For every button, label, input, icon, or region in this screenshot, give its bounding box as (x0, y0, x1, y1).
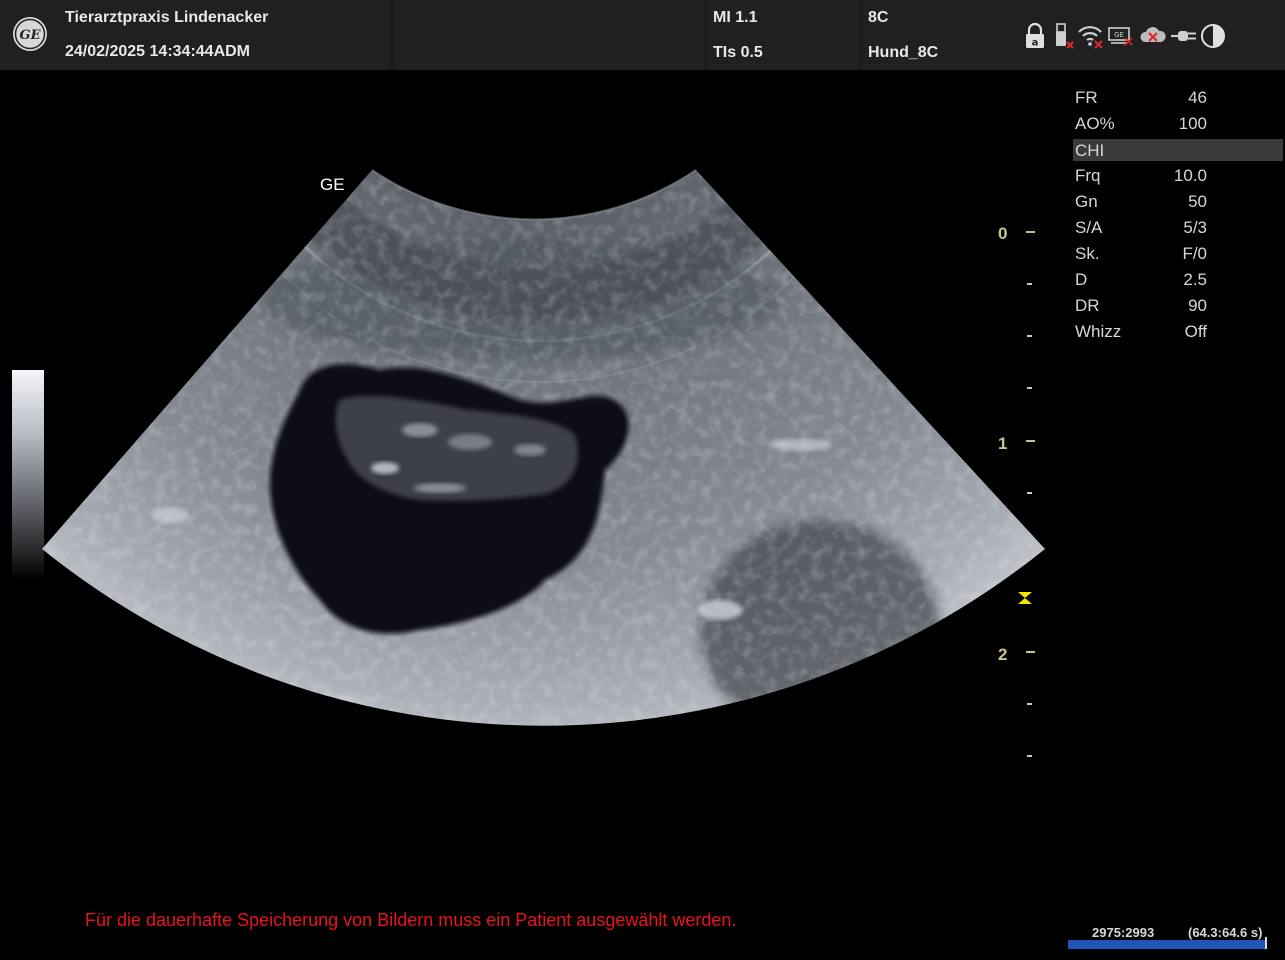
parameter-value: 10.0 (1173, 166, 1207, 185)
clinic-name: Tierarztpraxis Lindenacker (65, 9, 269, 26)
cine-frame-counter: 2975:2993 (1092, 925, 1155, 940)
parameter-name: Whizz (1075, 322, 1122, 341)
depth-tick-minor (1027, 387, 1032, 389)
parameter-value: 5/3 (1183, 218, 1207, 237)
cloud-disconnected-icon[interactable] (1138, 20, 1168, 52)
cine-time-counter: (64.3:64.6 s) (1188, 925, 1263, 940)
parameter-row: Sk. F/0 (1073, 241, 1283, 267)
parameter-name: Gn (1075, 192, 1098, 211)
parameter-row: Whizz Off (1073, 319, 1283, 345)
ultrasound-screen: GE Tierarztpraxis Lindenacker 24/02/2025… (0, 0, 1285, 960)
svg-text:GE: GE (1114, 31, 1124, 39)
probe-name: 8C (868, 9, 889, 26)
focus-marker-icon[interactable] (1016, 590, 1034, 606)
parameter-name: CHI (1075, 141, 1105, 160)
parameter-value: 2.5 (1183, 270, 1207, 289)
parameter-name: S/A (1075, 218, 1103, 237)
parameter-name: D (1075, 270, 1088, 289)
parameter-row: D 2.5 (1073, 267, 1283, 293)
cine-progress-bar[interactable] (1068, 940, 1266, 949)
mechanical-index: MI 1.1 (713, 9, 758, 26)
parameter-value: 90 (1188, 296, 1207, 315)
depth-tick-minor (1027, 703, 1032, 705)
ge-logo-text: GE (19, 28, 41, 43)
parameter-row: CHI (1073, 139, 1283, 161)
header-bar: GE Tierarztpraxis Lindenacker 24/02/2025… (0, 0, 1285, 70)
parameter-row: FR 46 (1073, 85, 1283, 111)
cine-progress-cursor[interactable] (1265, 937, 1267, 949)
depth-tick-minor (1027, 335, 1032, 337)
parameter-value: Off (1184, 322, 1207, 341)
parameter-row: DR 90 (1073, 293, 1283, 319)
power-plug-icon[interactable] (1170, 20, 1200, 52)
parameter-name: Frq (1075, 166, 1101, 185)
depth-label-0: 0 (998, 224, 1008, 243)
parameter-name: FR (1075, 88, 1098, 107)
parameter-name: AO% (1075, 114, 1115, 133)
contrast-icon[interactable] (1198, 20, 1228, 52)
depth-label-2: 2 (998, 645, 1008, 664)
preset-name: Hund_8C (868, 44, 939, 61)
parameter-row: Frq 10.0 (1073, 163, 1283, 189)
parameter-value: 46 (1188, 88, 1207, 107)
usb-disconnected-icon[interactable] (1049, 20, 1079, 52)
depth-tick-major (1026, 651, 1035, 653)
lock-icon[interactable]: a (1020, 20, 1050, 52)
thermal-index: TIs 0.5 (713, 44, 763, 61)
wifi-disconnected-icon[interactable] (1076, 20, 1106, 52)
parameter-value: 100 (1178, 114, 1207, 133)
exam-datetime: 24/02/2025 14:34:44ADM (65, 43, 251, 60)
orientation-marker: GE (320, 175, 345, 194)
parameter-value: F/0 (1182, 244, 1207, 263)
parameter-name: DR (1075, 296, 1100, 315)
parameter-value: 50 (1188, 192, 1207, 211)
parameter-name: Sk. (1075, 244, 1100, 263)
svg-text:a: a (1032, 38, 1039, 49)
parameter-panel: FR 46 AO% 100 CHI Frq 10.0 Gn 50 S/A 5/3 Sk. F/0 D 2.5… (1073, 85, 1283, 345)
depth-tick-minor (1027, 544, 1032, 546)
depth-tick-minor (1027, 283, 1032, 285)
warning-message: Für die dauerhafte Speicherung von Bilde… (85, 910, 737, 930)
depth-tick-major (1026, 231, 1035, 233)
header-blank-cell (394, 0, 704, 70)
network-printer-icon[interactable]: GE (1106, 20, 1136, 52)
depth-tick-minor (1027, 492, 1032, 494)
depth-scale: 0 1 2 (990, 220, 1040, 780)
parameter-row: Gn 50 (1073, 189, 1283, 215)
depth-tick-major (1026, 440, 1035, 442)
ge-logo: GE (13, 17, 47, 51)
depth-label-1: 1 (998, 434, 1008, 453)
parameter-row: S/A 5/3 (1073, 215, 1283, 241)
ultrasound-sector-image (42, 169, 1045, 726)
depth-tick-minor (1027, 755, 1032, 757)
parameter-row: AO% 100 (1073, 111, 1283, 137)
